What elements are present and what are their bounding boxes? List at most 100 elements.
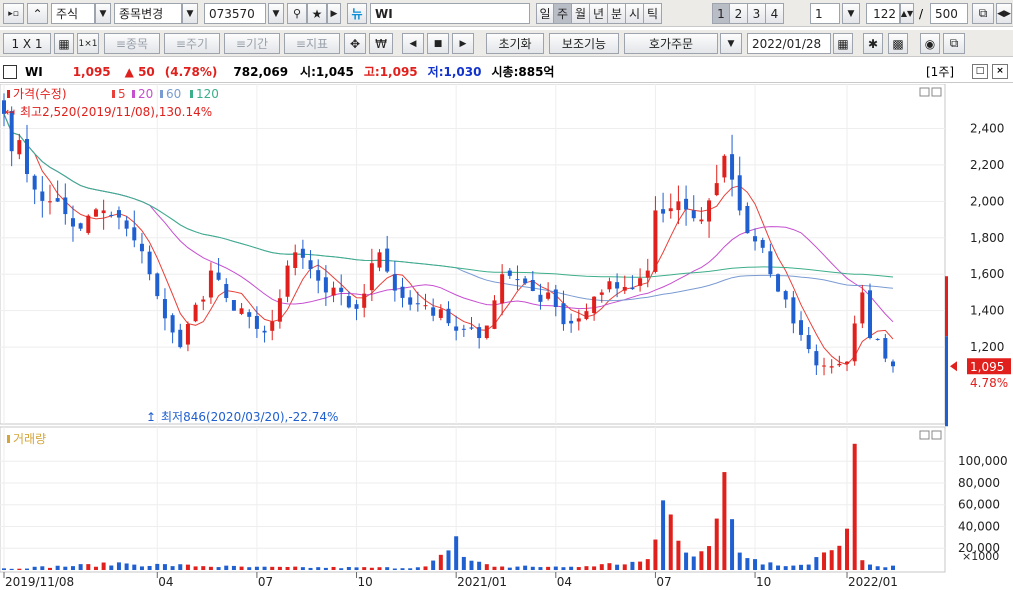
stock-code-input[interactable]: 073570 [204,3,266,24]
order-dropdown-button[interactable]: ▼ [720,33,742,54]
calc-button[interactable]: ▩ [888,33,908,54]
minute-tab-4[interactable]: 4 [766,3,784,24]
change-stock-select[interactable]: 종목변경 [114,3,182,24]
play-skip-icon: ▸▫ [8,8,19,19]
scroll-right-button[interactable]: ◀▶ [996,3,1012,24]
volume-bar-91 [699,551,704,570]
tool-stock-button[interactable]: ≡ 종목 [104,33,160,54]
currency-button[interactable]: ₩ [369,33,393,54]
market-select[interactable]: 주식 [51,3,95,24]
candle-body-106 [814,351,819,366]
tool-cycle-button[interactable]: ≡ 주기 [164,33,220,54]
move-button[interactable]: ✥ [344,33,366,54]
chevron-down-icon: ▼ [99,8,107,19]
scroll-right-button-2[interactable]: ▶ [452,33,474,54]
zoom-button[interactable]: ◉ [920,33,940,54]
candle-body-104 [799,320,804,335]
volume-bar-116 [891,565,895,570]
volume-panel-restore-button[interactable] [919,430,930,440]
minute-tab-1[interactable]: 1 [712,3,730,24]
settings-button[interactable]: ✱ [863,33,883,54]
minute-tab-2[interactable]: 2 [730,3,748,24]
tool-period-label: 기간 [245,37,269,51]
candle-body-95 [730,154,735,180]
price-panel-close-button[interactable] [931,87,942,97]
candle-body-61 [469,327,474,329]
equals-icon: ≡ [235,36,246,51]
price-tick-1: 2,200 [970,158,1004,172]
candle-body-111 [852,323,857,362]
layout-button[interactable]: 1 X 1 [3,33,51,54]
search-button[interactable]: ⚲ [287,3,307,24]
spinner-icon: ▲▼ [900,9,914,18]
volume-bar-46 [354,567,359,570]
change-stock-dropdown-button[interactable]: ▼ [182,3,198,24]
bar-count-spinner[interactable]: ▲▼ [900,3,914,24]
candle-body-23 [178,329,183,348]
high-annotation: 최고2,520(2019/11/08),130.14% [20,105,212,119]
volume-bar-55 [423,566,428,570]
volume-panel-close-button[interactable] [931,430,942,440]
restore-button[interactable]: □ [972,64,988,79]
quote-info-bar: WI 1,095 ▲ 50 (4.78%) 782,069 시: 1,045 고… [0,61,1013,83]
interval-input[interactable]: 1 [810,3,840,24]
candle-body-14 [109,214,114,216]
volume-bar-89 [684,552,689,570]
volume-bar-12 [93,566,98,570]
period-tab-0[interactable]: 일 [536,3,554,24]
volume-bar-49 [377,567,382,570]
volume-bar-107 [822,552,827,570]
period-tab-4[interactable]: 분 [608,3,626,24]
select-checkbox[interactable] [3,64,17,79]
period-tab-3[interactable]: 년 [590,3,608,24]
volume-bar-102 [783,566,788,570]
period-tab-2[interactable]: 월 [572,3,590,24]
tool-period-button[interactable]: ≡ 기간 [224,33,280,54]
period-tab-5[interactable]: 시 [626,3,644,24]
volume-bar-5 [40,566,45,570]
close-button[interactable]: × [992,64,1008,79]
news-badge[interactable]: 뉴 [347,3,367,24]
panel-toggle-button[interactable]: ▸▫ [3,3,24,24]
period-tab-1[interactable]: 주 [554,3,572,24]
single-view-button[interactable]: 1×1 [77,33,99,54]
next-stock-button[interactable]: ▶ [327,3,341,24]
aux-function-button[interactable]: 보조기능 [549,33,619,54]
tool-indicator-button[interactable]: ≡ 지표 [284,33,340,54]
legend-ma20-marker [132,90,135,98]
candle-body-65 [500,274,505,304]
period-tab-6[interactable]: 틱 [644,3,662,24]
minute-tab-3[interactable]: 3 [748,3,766,24]
volume-bar-69 [530,566,535,570]
code-dropdown-button[interactable]: ▼ [268,3,284,24]
stop-button[interactable]: ■ [427,33,449,54]
volume-bar-76 [584,566,589,570]
candle-body-18 [139,243,144,252]
volume-bar-92 [707,546,712,570]
order-button[interactable]: 호가주문 [624,33,718,54]
grid-button[interactable]: ▦ [54,33,74,54]
price-panel-restore-button[interactable] [919,87,930,97]
favorite-button[interactable]: ★ [307,3,327,24]
market-dropdown-button[interactable]: ▼ [95,3,111,24]
candle-body-8 [63,197,68,215]
interval-dropdown-button[interactable]: ▼ [842,3,860,24]
volume-title: 거래량 [13,432,46,446]
calendar-button[interactable]: ▦ [833,33,853,54]
up-arrow-button[interactable]: ⌃ [27,3,48,24]
candle-body-62 [477,327,482,338]
candle-body-15 [116,210,121,218]
scroll-left-button[interactable]: ◀ [402,33,424,54]
reset-button[interactable]: 초기화 [486,33,544,54]
new-chart-button[interactable]: ⧉ [943,33,965,54]
date-input[interactable]: 2022/01/28 [747,33,831,54]
add-window-button[interactable]: ⧉ [972,3,994,24]
bar-count-input[interactable]: 122 [866,3,900,24]
current-price-pointer [950,361,957,372]
volume-bar-79 [607,563,612,570]
volume-bar-82 [630,561,635,570]
candle-body-68 [523,278,528,284]
volume-bar-6 [47,567,52,570]
volume-bar-16 [124,563,129,570]
bar-total-input[interactable]: 500 [930,3,968,24]
